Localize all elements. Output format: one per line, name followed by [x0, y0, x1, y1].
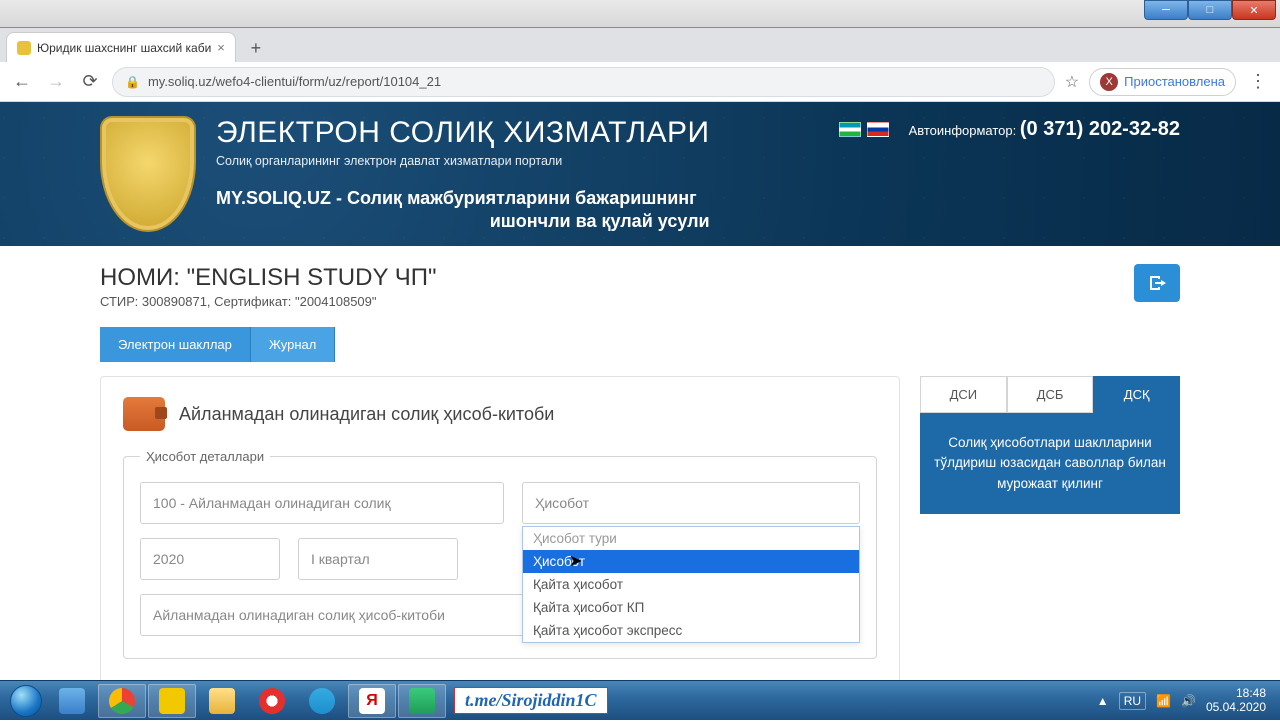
start-button[interactable]: [6, 681, 46, 721]
flag-uz-icon[interactable]: [839, 122, 861, 137]
profile-paused-label: Приостановлена: [1124, 74, 1225, 89]
browser-tab[interactable]: Юридик шахснинг шахсий каби ×: [6, 32, 236, 62]
fieldset-legend: Ҳисобот деталлари: [140, 449, 270, 464]
tab-journal[interactable]: Журнал: [251, 327, 335, 362]
site-title: ЭЛЕКТРОН СОЛИҚ ХИЗМАТЛАРИ: [216, 116, 710, 150]
dropdown-option-hisobot[interactable]: Ҳисобот ➤: [523, 550, 859, 573]
window-minimize-button[interactable]: ─: [1144, 0, 1188, 20]
tray-language[interactable]: RU: [1119, 692, 1146, 710]
secure-lock-icon: 🔒: [125, 75, 140, 89]
system-tray: ▲ RU 📶 🔊 18:48 05.04.2020: [1097, 687, 1274, 713]
address-bar[interactable]: 🔒 my.soliq.uz/wefo4-clientui/form/uz/rep…: [112, 67, 1055, 97]
report-kind-select[interactable]: Ҳисобот: [522, 482, 860, 524]
browser-tabstrip: Юридик шахснинг шахсий каби × +: [0, 28, 1280, 62]
logout-button[interactable]: [1134, 264, 1180, 302]
taskbar-app-chrome[interactable]: [98, 684, 146, 718]
taskbar-app-telegram[interactable]: [298, 684, 346, 718]
site-slogan-1: MY.SOLIQ.UZ - Солиқ мажбуриятларини бажа…: [216, 188, 710, 209]
company-meta: СТИР: 300890871, Сертификат: "2004108509…: [100, 294, 436, 309]
tab-title: Юридик шахснинг шахсий каби: [37, 41, 211, 55]
site-header: ЭЛЕКТРОН СОЛИҚ ХИЗМАТЛАРИ Солиқ органлар…: [0, 102, 1280, 246]
autoinformer-phone: Автоинформатор: (0 371) 202-32-82: [909, 118, 1180, 141]
back-button[interactable]: ←: [10, 70, 34, 94]
tray-network-icon[interactable]: 📶: [1156, 694, 1171, 708]
taskbar-app-folder[interactable]: [198, 684, 246, 718]
windows-taskbar: Я t.me/Sirojiddin1C ▲ RU 📶 🔊 18:48 05.04…: [0, 680, 1280, 720]
taskbar-app-1c[interactable]: [148, 684, 196, 718]
window-maximize-button[interactable]: □: [1188, 0, 1232, 20]
taskbar-app-opera[interactable]: [248, 684, 296, 718]
forward-button[interactable]: →: [44, 70, 68, 94]
dropdown-option-header: Ҳисобот тури: [523, 527, 859, 550]
url-text: my.soliq.uz/wefo4-clientui/form/uz/repor…: [148, 74, 441, 89]
side-tab-dsb[interactable]: ДСБ: [1007, 376, 1094, 413]
page-content: ЭЛЕКТРОН СОЛИҚ ХИЗМАТЛАРИ Солиқ органлар…: [0, 102, 1280, 680]
taskbar-app-explorer[interactable]: [48, 684, 96, 718]
wallet-icon: [123, 397, 165, 431]
tab-favicon: [17, 41, 31, 55]
chrome-menu-button[interactable]: ⋮: [1246, 70, 1270, 94]
logout-icon: [1147, 274, 1167, 292]
tray-clock[interactable]: 18:48 05.04.2020: [1206, 687, 1266, 713]
profile-avatar: X: [1100, 73, 1118, 91]
tab-electron-forms[interactable]: Электрон шакллар: [100, 327, 251, 362]
panel-title: Айланмадан олинадиган солиқ ҳисоб-китоби: [179, 404, 554, 425]
side-tab-dsi[interactable]: ДСИ: [920, 376, 1007, 413]
report-kind-dropdown: Ҳисобот тури Ҳисобот ➤ Қайта ҳисобот Қай…: [522, 526, 860, 643]
windows-orb-icon: [10, 685, 42, 717]
year-select[interactable]: 2020: [140, 538, 280, 580]
tray-volume-icon[interactable]: 🔊: [1181, 694, 1196, 708]
dropdown-option-qayta-express[interactable]: Қайта ҳисобот экспресс: [523, 619, 859, 642]
report-details-fieldset: Ҳисобот деталлари 100 - Айланмадан олина…: [123, 449, 877, 659]
sidebar: ДСИ ДСБ ДСҚ Солиқ ҳисоботлари шаклларини…: [920, 376, 1180, 514]
dropdown-option-qayta-kp[interactable]: Қайта ҳисобот КП: [523, 596, 859, 619]
profile-paused-chip[interactable]: X Приостановлена: [1089, 68, 1236, 96]
dropdown-option-qayta[interactable]: Қайта ҳисобот: [523, 573, 859, 596]
reload-button[interactable]: ⟳: [78, 70, 102, 94]
taskbar-app-yandex[interactable]: Я: [348, 684, 396, 718]
window-titlebar: ─ □ ✕: [0, 0, 1280, 28]
report-panel: Айланмадан олинадиган солиқ ҳисоб-китоби…: [100, 376, 900, 680]
sidebar-info-box: Солиқ ҳисоботлари шаклларини тўлдириш юз…: [920, 413, 1180, 514]
side-tab-dsk[interactable]: ДСҚ: [1093, 376, 1180, 413]
flag-ru-icon[interactable]: [867, 122, 889, 137]
tray-up-icon[interactable]: ▲: [1097, 694, 1109, 708]
section-tabs: Электрон шакллар Журнал: [100, 327, 1180, 362]
tab-close-icon[interactable]: ×: [217, 40, 225, 55]
telegram-link-overlay[interactable]: t.me/Sirojiddin1C: [454, 687, 608, 714]
site-logo-badge: [100, 116, 196, 232]
browser-toolbar: ← → ⟳ 🔒 my.soliq.uz/wefo4-clientui/form/…: [0, 62, 1280, 102]
window-close-button[interactable]: ✕: [1232, 0, 1276, 20]
tax-type-select[interactable]: 100 - Айланмадан олинадиган солиқ: [140, 482, 504, 524]
taskbar-app-misc[interactable]: [398, 684, 446, 718]
bookmark-star-icon[interactable]: ☆: [1065, 72, 1079, 92]
site-subtitle: Солиқ органларининг электрон давлат хизм…: [216, 154, 710, 168]
company-name: НОМИ: "ENGLISH STUDY ЧП": [100, 264, 436, 292]
new-tab-button[interactable]: +: [242, 34, 270, 62]
quarter-select[interactable]: I квартал: [298, 538, 458, 580]
site-slogan-2: ишончли ва қулай усули: [216, 211, 710, 232]
